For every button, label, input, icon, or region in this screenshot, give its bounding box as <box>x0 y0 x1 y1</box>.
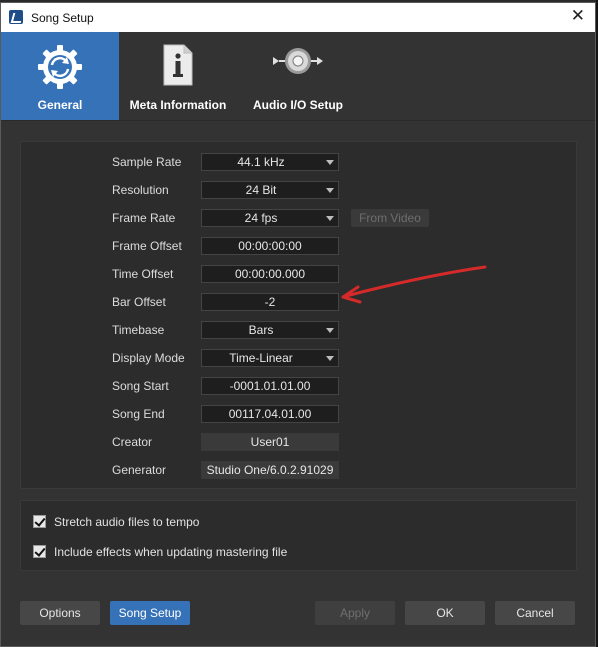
annotation-arrow <box>341 265 487 304</box>
arrow-shaft <box>344 265 487 298</box>
